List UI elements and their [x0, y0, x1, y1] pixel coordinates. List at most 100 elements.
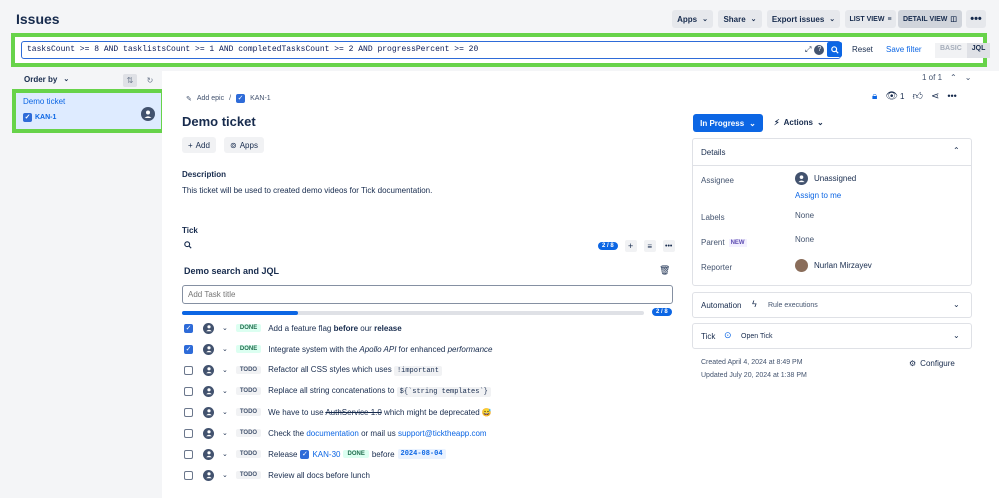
task-row[interactable]: ✓ ⌄ DONE Add a feature flag before our r…: [184, 319, 674, 337]
task-row[interactable]: ✓ ⌄ DONE Integrate system with the Apoll…: [184, 340, 674, 358]
task-checkbox[interactable]: [184, 386, 193, 396]
apps-button[interactable]: ⊚ Apps: [224, 137, 264, 153]
task-row[interactable]: ⌄ TODO We have to use AuthService 1.0 wh…: [184, 403, 674, 421]
status-badge[interactable]: DONE: [235, 345, 262, 353]
task-text[interactable]: Release ✓ KAN-30 DONE before 2024-08-04: [268, 449, 446, 459]
avatar[interactable]: [203, 322, 214, 334]
refresh-icon[interactable]: ↻: [143, 74, 157, 87]
help-icon[interactable]: ?: [814, 44, 825, 55]
more-icon[interactable]: •••: [662, 240, 675, 252]
task-checkbox[interactable]: [184, 449, 193, 459]
issue-key-link[interactable]: KAN-1: [250, 95, 271, 102]
status-badge[interactable]: TODO: [235, 429, 262, 437]
status-badge[interactable]: TODO: [235, 450, 262, 458]
status-badge[interactable]: DONE: [235, 324, 262, 332]
avatar[interactable]: [203, 385, 214, 397]
chevron-down-icon[interactable]: ⌄: [222, 450, 228, 458]
open-tick-link[interactable]: Open Tick: [741, 333, 773, 340]
reporter-field[interactable]: Nurlan Mirzayev: [795, 259, 872, 272]
search-button[interactable]: [827, 42, 843, 57]
task-checkbox[interactable]: ✓: [184, 344, 193, 354]
search-icon[interactable]: [184, 241, 192, 251]
status-badge[interactable]: TODO: [235, 471, 262, 479]
avatar[interactable]: [203, 427, 214, 439]
chevron-down-icon[interactable]: ⌄: [222, 408, 228, 416]
avatar[interactable]: [203, 364, 214, 376]
chevron-down-icon[interactable]: ⌄: [222, 345, 228, 353]
automation-panel[interactable]: Automation ϟ Rule executions ⌄: [692, 292, 972, 318]
plus-icon[interactable]: +: [624, 240, 637, 252]
expand-icon[interactable]: ⤢: [805, 45, 811, 55]
list-view-button[interactable]: LIST VIEW ≡: [845, 10, 896, 28]
documentation-link[interactable]: documentation: [306, 429, 358, 438]
chevron-down-icon[interactable]: ⌄: [222, 471, 228, 479]
lock-icon[interactable]: 🔒︎: [872, 91, 877, 102]
save-filter-link[interactable]: Save filter: [886, 45, 922, 54]
detail-view-button[interactable]: DETAIL VIEW ◫: [898, 10, 962, 28]
avatar[interactable]: [203, 343, 214, 355]
chevron-down-icon[interactable]: ⌄: [222, 429, 228, 437]
task-text[interactable]: Add a feature flag before our release: [268, 324, 401, 333]
task-checkbox[interactable]: [184, 365, 193, 375]
order-by-button[interactable]: Order by ⌄: [24, 75, 69, 84]
chevron-down-icon[interactable]: ⌄: [222, 324, 228, 332]
date-lozenge[interactable]: 2024-08-04: [397, 449, 446, 459]
avatar[interactable]: [203, 469, 214, 481]
avatar[interactable]: [203, 448, 214, 460]
sort-icon[interactable]: ⇅: [123, 74, 137, 87]
filter-icon[interactable]: ≡: [643, 240, 656, 252]
task-row[interactable]: ⌄ TODO Release ✓ KAN-30 DONE before 2024-0…: [184, 445, 674, 463]
task-text[interactable]: Integrate system with the Apollo API for…: [268, 345, 492, 354]
more-icon[interactable]: •••: [966, 10, 986, 28]
status-badge[interactable]: TODO: [235, 408, 262, 416]
assignee-field[interactable]: Unassigned: [795, 172, 856, 185]
labels-value[interactable]: None: [795, 211, 814, 220]
actions-button[interactable]: ⚡︎ Actions ⌄: [774, 118, 824, 127]
description-text[interactable]: This ticket will be used to created demo…: [182, 186, 432, 195]
chevron-down-icon[interactable]: ⌄: [222, 366, 228, 374]
status-dropdown[interactable]: In Progress ⌄: [693, 114, 763, 132]
assign-to-me-link[interactable]: Assign to me: [795, 191, 841, 200]
reset-button[interactable]: Reset: [852, 45, 873, 54]
share-button[interactable]: Share ⌄: [718, 10, 762, 28]
export-issues-button[interactable]: Export issues ⌄: [767, 10, 840, 28]
task-text[interactable]: Review all docs before lunch: [268, 471, 370, 480]
task-checkbox[interactable]: [184, 407, 193, 417]
watch-button[interactable]: 👁︎ 1: [885, 91, 904, 102]
issue-link[interactable]: KAN-30: [312, 450, 340, 459]
task-text[interactable]: Replace all string concatenations to ${`…: [268, 386, 491, 397]
task-row[interactable]: ⌄ TODO Review all docs before lunch: [184, 466, 674, 484]
task-row[interactable]: ⌄ TODO Replace all string concatenations…: [184, 382, 674, 400]
apps-button[interactable]: Apps ⌄: [672, 10, 713, 28]
chevron-down-icon[interactable]: ⌄: [222, 387, 228, 395]
task-row[interactable]: ⌄ TODO Check the documentation or mail u…: [184, 424, 674, 442]
chevron-up-icon[interactable]: ⌃: [950, 73, 957, 82]
task-row[interactable]: ⌄ TODO Refactor all CSS styles which use…: [184, 361, 674, 379]
add-task-input[interactable]: [182, 285, 673, 304]
configure-button[interactable]: ⚙ Configure: [909, 359, 955, 368]
avatar[interactable]: [203, 406, 214, 418]
task-checkbox[interactable]: [184, 428, 193, 438]
jql-mode-button[interactable]: JQL: [966, 43, 991, 58]
status-badge[interactable]: TODO: [235, 387, 262, 395]
chevron-down-icon[interactable]: ⌄: [965, 73, 972, 82]
basic-mode-button[interactable]: BASIC: [935, 43, 967, 58]
task-checkbox[interactable]: ✓: [184, 323, 193, 333]
jql-input[interactable]: tasksCount >= 8 AND tasklistsCount >= 1 …: [21, 41, 841, 59]
tick-panel[interactable]: Tick ⊙ Open Tick ⌄: [692, 323, 972, 349]
task-text[interactable]: Check the documentation or mail us suppo…: [268, 429, 486, 438]
like-icon[interactable]: 👍︎: [912, 90, 922, 102]
task-text[interactable]: We have to use AuthService 1.0 which mig…: [268, 408, 492, 417]
more-icon[interactable]: •••: [947, 91, 956, 101]
details-header[interactable]: Details ⌃: [693, 139, 971, 166]
task-text[interactable]: Refactor all CSS styles which uses !impo…: [268, 365, 442, 376]
share-icon[interactable]: ⋖: [931, 91, 939, 102]
list-item-ticket[interactable]: Demo ticket ✓ KAN-1: [12, 89, 165, 133]
add-button[interactable]: + Add: [182, 137, 216, 153]
support-email-link[interactable]: support@ticktheapp.com: [398, 429, 487, 438]
status-badge[interactable]: TODO: [235, 366, 262, 374]
trash-icon[interactable]: 🗑︎: [659, 265, 670, 276]
parent-value[interactable]: None: [795, 235, 814, 244]
task-checkbox[interactable]: [184, 470, 193, 480]
add-epic-link[interactable]: Add epic: [197, 95, 224, 102]
